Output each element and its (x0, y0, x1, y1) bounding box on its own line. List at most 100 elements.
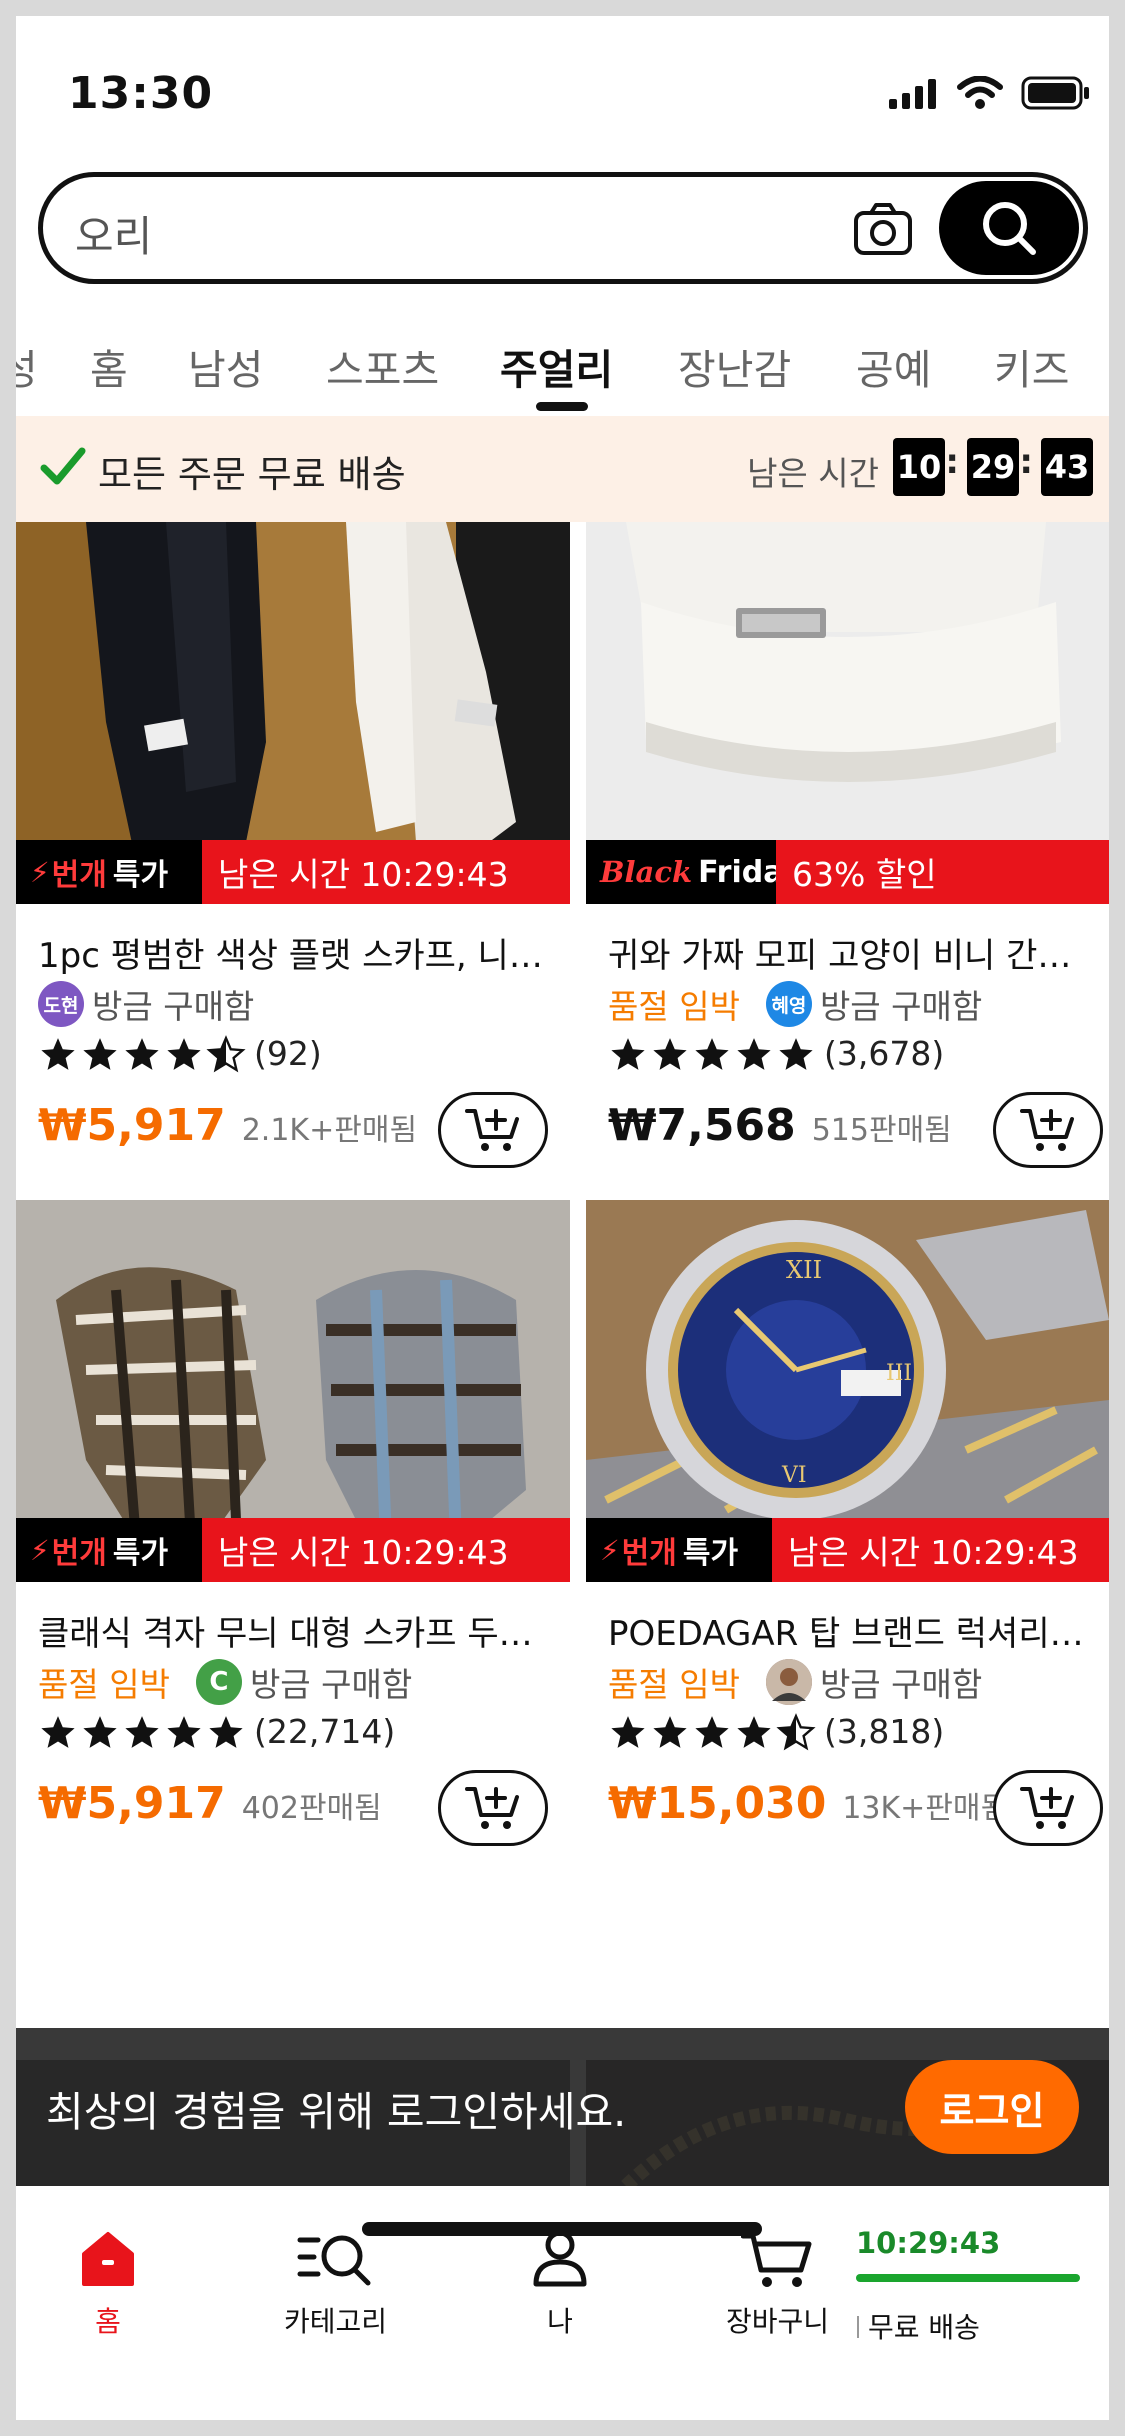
timer-minutes: 29 (967, 438, 1019, 496)
product-card[interactable]: Black Friday 63% 할인 귀와 가짜 모피 고양이 비니 간단… … (570, 522, 1109, 1182)
tab-crafts[interactable]: 공예 (856, 336, 931, 396)
nav-home[interactable]: 홈 (78, 2230, 138, 2340)
nav-me-label: 나 (547, 2305, 573, 2338)
product-meta: 품절 임박 C 방금 구매함 (38, 1658, 412, 1706)
star-icon (83, 1037, 117, 1070)
product-meta: 품절 임박 혜영 방금 구매함 (608, 980, 982, 1028)
product-title[interactable]: POEDAGAR 탑 브랜드 럭셔리… (608, 1606, 1098, 1655)
category-tabs: 성 홈 남성 스포츠 주얼리 장난감 공예 키즈 (16, 326, 1109, 416)
promo-countdown: 남은 시간 10:29:43 (202, 1518, 570, 1582)
promo-label-b: 특가 (112, 858, 169, 893)
product-price: ₩7,568 (608, 1100, 796, 1151)
product-image[interactable]: XII III VI (586, 1200, 1109, 1568)
status-time: 13:30 (68, 68, 214, 119)
svg-text:VI: VI (781, 1463, 807, 1488)
search-input[interactable]: 오리 (75, 203, 152, 264)
home-indicator (362, 2222, 762, 2236)
product-image[interactable] (16, 1200, 570, 1568)
cart-icon (740, 2233, 812, 2287)
tab-men[interactable]: 남성 (188, 336, 263, 396)
rating-row: (3,818) (608, 1712, 944, 1751)
product-price: ₩5,917 (38, 1100, 226, 1151)
add-to-cart-icon (1020, 1109, 1074, 1151)
add-to-cart-button[interactable] (993, 1770, 1103, 1846)
status-icons (889, 76, 1091, 110)
price-row: ₩15,030 13K+판매됨 (608, 1778, 1008, 1829)
tab-home[interactable]: 홈 (90, 336, 128, 396)
flash-deal-bar: ⚡ 번개 특가 남은 시간 10:29:43 (16, 1518, 570, 1582)
svg-text:XII: XII (786, 1256, 822, 1284)
add-to-cart-button[interactable] (993, 1092, 1103, 1168)
promo-label-a: 번개 (51, 858, 107, 893)
discount-label: 63% 할인 (776, 840, 1109, 904)
sold-count: 2.1K+판매됨 (241, 1113, 418, 1148)
product-title[interactable]: 귀와 가짜 모피 고양이 비니 간단… (608, 928, 1098, 977)
recent-purchase-text: 방금 구매함 (819, 1665, 983, 1704)
product-meta: 도현 방금 구매함 (38, 980, 254, 1028)
add-to-cart-icon (465, 1109, 519, 1151)
search-button[interactable] (939, 181, 1079, 275)
active-tab-indicator (536, 402, 588, 411)
wifi-icon (957, 76, 1003, 109)
promo-label-b: 특가 (112, 1536, 169, 1571)
product-image[interactable] (16, 522, 570, 890)
buyer-avatar: C (195, 1659, 242, 1705)
camera-icon[interactable] (853, 201, 913, 257)
star-icon (737, 1037, 771, 1070)
star-icon (125, 1037, 159, 1070)
lightning-icon: ⚡ (600, 1533, 620, 1567)
product-card[interactable]: ⚡ 번개 특가 남은 시간 10:29:43 클래식 격자 무늬 대형 스카프 … (16, 1200, 570, 1860)
product-title[interactable]: 1pc 평범한 색상 플랫 스카프, 니… (38, 928, 548, 977)
status-bar: 13:30 (16, 16, 1109, 146)
timer-colon: : (1019, 442, 1033, 482)
star-icon (695, 1715, 729, 1748)
free-shipping-progress-bar (856, 2274, 1080, 2282)
nav-me[interactable]: 나 (530, 2230, 590, 2340)
rating-row: (22,714) (38, 1712, 395, 1751)
black-friday-label: Black Friday (586, 840, 802, 904)
price-row: ₩5,917 2.1K+판매됨 (38, 1100, 417, 1151)
free-shipping-label: 무료 배송 (868, 2311, 980, 2344)
add-to-cart-button[interactable] (438, 1770, 548, 1846)
category-search-icon (297, 2235, 371, 2286)
tab-kids[interactable]: 키즈 (994, 336, 1069, 396)
half-star-icon (776, 1712, 816, 1750)
product-image[interactable] (586, 522, 1109, 890)
login-button[interactable]: 로그인 (905, 2060, 1079, 2154)
tab-partial[interactable]: 성 (16, 336, 38, 396)
black-friday-bar: Black Friday 63% 할인 (586, 840, 1109, 904)
nav-cart-label: 장바구니 (726, 2305, 830, 2338)
flash-deal-label: ⚡ 번개 특가 (16, 840, 202, 904)
promo-countdown: 남은 시간 10:29:43 (772, 1518, 1109, 1582)
phone-screen: 13:30 오리 성 홈 남성 스포츠 주얼리 장난감 공예 키즈 모든 주문 … (16, 16, 1109, 2420)
flash-deal-bar: ⚡ 번개 특가 남은 시간 10:29:43 (16, 840, 570, 904)
star-icon (611, 1037, 645, 1070)
product-card[interactable]: ⚡ 번개 특가 남은 시간 10:29:43 1pc 평범한 색상 플랫 스카프… (16, 522, 570, 1182)
product-price: ₩5,917 (38, 1778, 226, 1829)
promo-countdown: 남은 시간 10:29:43 (202, 840, 570, 904)
search-bar[interactable]: 오리 (38, 172, 1088, 284)
star-rating (608, 1712, 816, 1751)
star-icon (83, 1715, 117, 1748)
product-card[interactable]: XII III VI ⚡ 번개 특가 남은 시간 10:29:43 POEDAG… (570, 1200, 1109, 1860)
flash-deal-bar: ⚡ 번개 특가 남은 시간 10:29:43 (586, 1518, 1109, 1582)
star-icon (653, 1715, 687, 1748)
buyer-avatar: 도현 (38, 981, 84, 1027)
timer-colon: : (945, 442, 959, 482)
add-to-cart-button[interactable] (438, 1092, 548, 1168)
tab-toys[interactable]: 장난감 (678, 336, 791, 396)
product-title[interactable]: 클래식 격자 무늬 대형 스카프 두… (38, 1606, 548, 1655)
tab-sports[interactable]: 스포츠 (326, 336, 439, 396)
sold-count: 402판매됨 (241, 1791, 382, 1826)
star-icon (611, 1715, 645, 1748)
tab-jewelry[interactable]: 주얼리 (500, 336, 613, 396)
login-prompt-text: 최상의 경험을 위해 로그인하세요. (46, 2088, 627, 2136)
nav-category[interactable]: 카테고리 (284, 2230, 387, 2340)
signal-icon (889, 79, 936, 109)
nav-cart[interactable]: 장바구니 (726, 2230, 829, 2340)
review-count: (3,818) (824, 1712, 945, 1751)
price-row: ₩5,917 402판매됨 (38, 1778, 382, 1829)
product-card-partial[interactable] (16, 1866, 570, 2028)
star-icon (125, 1715, 159, 1748)
recent-purchase-text: 방금 구매함 (92, 987, 255, 1026)
